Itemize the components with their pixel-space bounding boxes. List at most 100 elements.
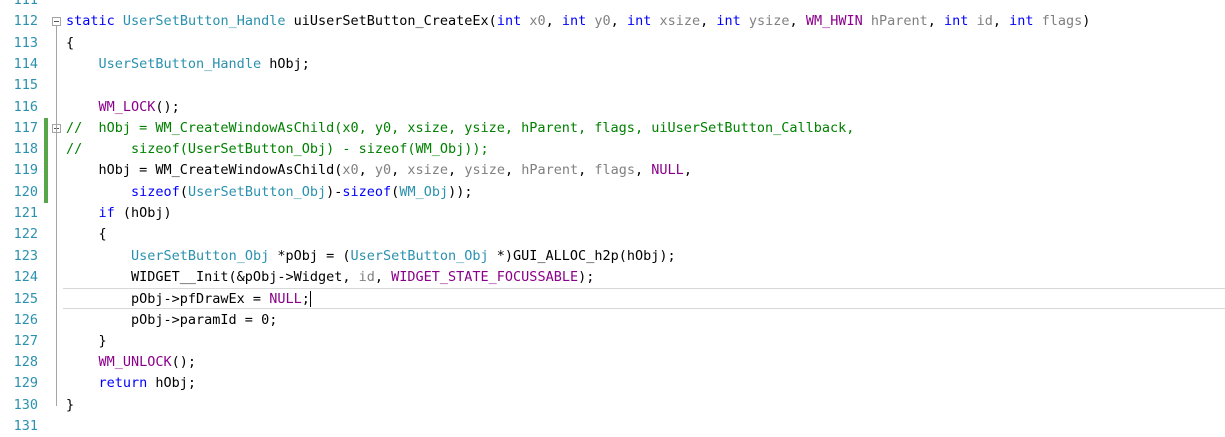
code-text[interactable]: if (hObj) [66,203,172,224]
code-token: , [635,162,652,179]
code-text[interactable]: WM_LOCK(); [66,97,180,118]
code-line-122[interactable]: 122 { [0,224,1225,245]
collapse-minus-icon[interactable] [52,17,61,27]
code-token: flags [594,162,636,179]
code-token: y0 [594,13,611,30]
code-token: UserSetButton_Obj [350,247,489,264]
code-text[interactable]: UserSetButton_Obj *pObj = (UserSetButton… [66,246,676,267]
code-text[interactable]: { [66,224,107,245]
line-number: 118 [13,141,38,158]
code-line-130[interactable]: 130} [0,395,1225,416]
code-token: } [66,332,107,349]
code-token: ysize [464,162,505,179]
code-text[interactable]: UserSetButton_Handle hObj; [66,54,310,75]
code-line-125[interactable]: 125 pObj->pfDrawEx = NULL; [14,288,1225,310]
code-token: , [700,13,717,30]
code-line-118[interactable]: 118 // sizeof(UserSetButton_Obj) - sizeof… [0,139,1225,161]
code-text[interactable]: return hObj; [66,373,197,394]
code-token: xsize [407,162,449,179]
code-token: if [98,205,115,221]
code-line-123[interactable]: 123 UserSetButton_Obj *pObj = (UserSetBu… [0,246,1225,267]
code-line-131[interactable]: 131 [0,416,1225,437]
line-number: 123 [13,247,38,264]
change-marker [44,139,48,161]
code-text[interactable]: hObj = WM_CreateWindowAsChild(x0, y0, xs… [66,160,692,181]
code-line-113[interactable]: 113 { [0,33,1225,54]
code-token: x0 [529,13,546,30]
code-line-119[interactable]: 119 hObj = WM_CreateWindowAsChild(x0, y0… [0,160,1225,182]
code-token: , [610,13,627,30]
code-token: int [496,13,522,30]
code-line-121[interactable]: 121 if (hObj) [0,203,1225,224]
code-line-115[interactable]: 115 [0,75,1225,96]
code-token: ysize [748,13,790,30]
code-token: hObj; [147,375,197,392]
code-token: int [626,13,652,30]
code-token: int [1009,13,1034,30]
code-line-114[interactable]: 114 UserSetButton_Handle hObj; [0,54,1225,75]
code-token: *)GUI_ALLOC_h2p(hObj); [488,247,676,264]
code-text[interactable]: // sizeof(UserSetButton_Obj) - sizeof(WM… [66,139,489,160]
code-line-117[interactable]: 117 // hObj = WM_CreateWindowAsChild(x0, … [0,117,1225,140]
code-text[interactable]: // hObj = WM_CreateWindowAsChild(x0, y0,… [66,118,854,139]
line-number: 127 [13,332,38,349]
code-token: , [789,13,806,30]
code-token: } [66,396,75,413]
line-number: 124 [13,268,38,285]
code-editor[interactable]: 111 112 static UserSetButton_Handle uiUser… [0,0,1225,434]
code-token: x0 [342,162,359,179]
code-token: sizeof [131,183,180,200]
code-token: int [716,13,741,30]
code-token: , [578,162,595,179]
line-number: 112 [13,13,38,30]
code-line-112[interactable]: 112 static UserSetButton_Handle uiUserSet… [0,11,1225,32]
code-text[interactable]: { [66,33,74,54]
code-text[interactable]: WM_UNLOCK(); [66,352,197,373]
text-cursor [309,291,311,308]
code-text[interactable]: WIDGET__Init(&pObj->Widget, id, WIDGET_S… [66,267,594,288]
code-token: return [98,375,148,392]
line-number: 117 [13,119,38,136]
code-token: hObj = WM_CreateWindowAsChild( [66,162,343,179]
change-marker [44,117,48,140]
code-text[interactable]: pObj->paramId = 0; [66,310,277,331]
code-token: , [504,162,522,179]
code-text[interactable]: } [66,395,74,416]
code-token: // hObj = WM_CreateWindowAsChild(x0, y0,… [66,119,855,136]
code-line-129[interactable]: 129 return hObj; [0,373,1225,394]
code-token: uiUserSetButton_CreateEx( [285,13,497,30]
line-number: 116 [13,98,38,115]
code-token: NULL [651,162,684,179]
code-line-124[interactable]: 124 WIDGET__Init(&pObj->Widget, id, WIDG… [0,267,1225,288]
line-number: 121 [13,205,38,221]
code-token: int [944,13,969,30]
code-token: , [374,268,392,285]
fold-guide-function [56,26,57,406]
code-line-128[interactable]: 128 WM_UNLOCK(); [0,352,1225,373]
code-text[interactable]: sizeof(UserSetButton_Obj)-sizeof(WM_Obj)… [66,182,472,203]
code-token: int [561,13,587,30]
code-token: , [358,162,375,179]
code-token: hParent [870,13,928,30]
change-marker [44,160,48,182]
code-line-127[interactable]: 127 } [0,331,1225,352]
code-token: (); [171,354,197,371]
line-number: 129 [13,375,38,392]
code-line-126[interactable]: 126 pObj->paramId = 0; [0,310,1225,331]
code-line-116[interactable]: 116 WM_LOCK(); [0,97,1225,118]
code-token: UserSetButton_Obj [187,183,327,200]
code-token: id [976,13,993,30]
code-token: , [448,162,465,179]
code-text[interactable]: static UserSetButton_Handle uiUserSetBut… [66,11,1090,32]
code-text[interactable]: pObj->pfDrawEx = NULL; [66,289,311,310]
code-token: y0 [374,162,392,179]
line-number: 122 [13,226,38,243]
code-text[interactable]: } [66,331,107,352]
code-token: (hObj) [114,205,172,221]
code-line-120[interactable]: 120 sizeof(UserSetButton_Obj)-sizeof(WM_… [0,181,1225,203]
code-line-111[interactable]: 111 [0,0,1225,11]
